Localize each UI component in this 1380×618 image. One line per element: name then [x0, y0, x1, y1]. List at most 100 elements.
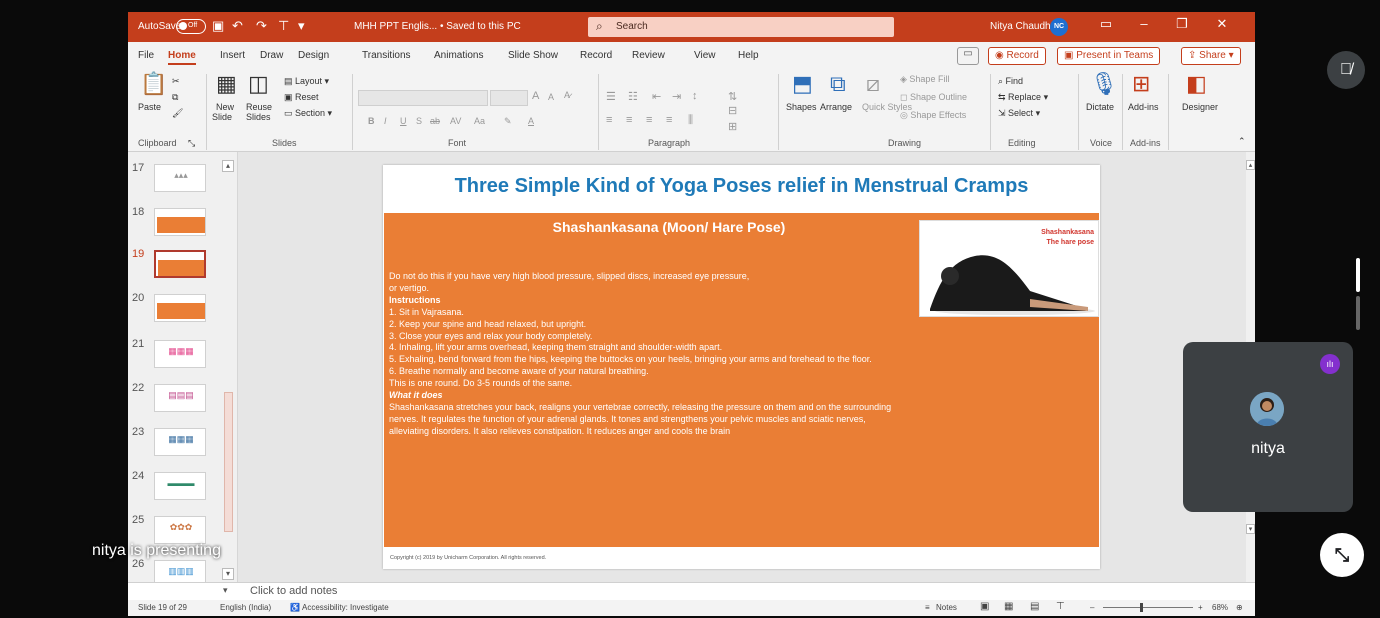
customize-toolbar-icon[interactable]: ▾ — [298, 19, 305, 33]
microphone-icon[interactable]: 🎙 — [1090, 72, 1118, 96]
slide-thumbnail[interactable]: ▦▦▦ — [154, 428, 206, 456]
normal-view-icon[interactable]: ▣ — [980, 601, 989, 612]
arrange-icon[interactable]: ⧉ — [830, 72, 846, 96]
redo-icon[interactable]: ↷ — [256, 19, 267, 33]
notes-toggle-icon[interactable]: ▾ — [223, 585, 228, 596]
scroll-down-icon[interactable]: ▾ — [1246, 524, 1255, 534]
scrollbar-thumb[interactable] — [224, 392, 233, 532]
new-slide-icon[interactable]: ▦ — [216, 72, 237, 96]
italic-icon[interactable]: I — [384, 116, 387, 126]
participant-tile[interactable]: ılı nitya — [1183, 342, 1353, 512]
reuse-slides-button[interactable]: Reuse — [246, 102, 272, 112]
collapse-ribbon-icon[interactable]: ⌃ — [1238, 136, 1246, 147]
slide-thumbnail[interactable]: ▦▦▦ — [154, 340, 206, 368]
notes-placeholder[interactable]: Click to add notes — [250, 585, 337, 597]
content-box[interactable]: Shashankasana (Moon/ Hare Pose) Shashank… — [384, 213, 1099, 547]
reuse-slides-icon[interactable]: ◫ — [248, 72, 269, 96]
zoom-out-icon[interactable]: – — [1090, 603, 1094, 612]
tab-transitions[interactable]: Transitions — [362, 50, 411, 61]
close-icon[interactable]: ✕ — [1210, 16, 1234, 32]
slide-thumbnail[interactable] — [154, 208, 206, 236]
bullets-icon[interactable]: ☰ — [606, 90, 616, 103]
line-spacing-icon[interactable]: ↕ — [692, 90, 698, 102]
notes-pane[interactable]: ▾ Click to add notes — [128, 582, 1255, 600]
designer-button[interactable]: Designer — [1182, 102, 1218, 112]
tab-help[interactable]: Help — [738, 50, 759, 61]
scroll-down-icon[interactable]: ▾ — [222, 568, 234, 580]
tab-slide-show[interactable]: Slide Show — [508, 50, 558, 61]
slide-thumbnail-selected[interactable] — [154, 250, 206, 278]
comments-icon[interactable]: ▭ — [957, 47, 979, 65]
shape-outline-button[interactable]: ◻ Shape Outline — [900, 92, 967, 103]
zoom-slider[interactable] — [1103, 607, 1193, 608]
font-size-dropdown[interactable] — [490, 90, 528, 106]
increase-indent-icon[interactable]: ⇥ — [672, 90, 681, 103]
format-painter-icon[interactable]: 🖌 — [172, 108, 183, 119]
shape-fill-button[interactable]: ◈ Shape Fill — [900, 74, 949, 85]
shape-effects-button[interactable]: ◎ Shape Effects — [900, 110, 966, 121]
tab-animations[interactable]: Animations — [434, 50, 483, 61]
increase-font-size-icon[interactable]: A — [532, 90, 539, 102]
new-slide-button[interactable]: New — [216, 102, 234, 112]
select-button[interactable]: ⇲ Select ▾ — [998, 108, 1040, 119]
shapes-icon[interactable]: ⬒ — [792, 72, 813, 96]
slide-thumbnail[interactable]: ▴▴▴ — [154, 164, 206, 192]
add-ins-icon[interactable]: ⊞ — [1132, 72, 1150, 96]
slide[interactable]: Three Simple Kind of Yoga Poses relief i… — [383, 165, 1100, 569]
zoom-level[interactable]: 68% — [1212, 603, 1228, 612]
tab-home[interactable]: Home — [168, 50, 196, 65]
arrange-button[interactable]: Arrange — [820, 102, 852, 112]
thumbnail-scrollbar[interactable]: ▴ ▾ — [222, 152, 234, 582]
save-icon[interactable]: ▣ — [212, 19, 224, 33]
decrease-indent-icon[interactable]: ⇤ — [652, 90, 661, 103]
notes-button[interactable]: Notes — [936, 603, 957, 612]
shapes-button[interactable]: Shapes — [786, 102, 817, 112]
change-case-icon[interactable]: Aa — [474, 116, 485, 126]
accessibility-status[interactable]: Accessibility: Investigate — [302, 603, 389, 612]
present-from-start-icon[interactable]: ⊤ — [278, 19, 289, 33]
reuse-slides-button-line2[interactable]: Slides — [246, 112, 271, 122]
tab-file[interactable]: File — [138, 50, 154, 61]
tab-insert[interactable]: Insert — [220, 50, 245, 61]
numbering-icon[interactable]: ☷ — [628, 90, 638, 103]
search-box[interactable]: ⌕ Search — [588, 17, 894, 37]
align-text-icon[interactable]: ⊟ — [728, 104, 737, 117]
pose-photo[interactable]: Shashankasana The hare pose — [919, 220, 1099, 317]
slide-thumbnail[interactable]: ▤▤▤ — [154, 384, 206, 412]
exit-fullscreen-icon[interactable]: ⤡ — [1320, 533, 1364, 577]
record-button[interactable]: ◉ Record — [988, 47, 1046, 65]
text-direction-icon[interactable]: ⇅ — [728, 90, 737, 103]
designer-icon[interactable]: ◧ — [1186, 72, 1207, 96]
paste-icon[interactable]: 📋 — [140, 72, 167, 96]
slide-sorter-icon[interactable]: ▦ — [1004, 601, 1013, 612]
present-in-teams-button[interactable]: ▣ Present in Teams — [1057, 47, 1161, 65]
fit-to-window-icon[interactable]: ⊕ — [1236, 603, 1243, 612]
decrease-font-size-icon[interactable]: A — [548, 92, 554, 102]
pose-heading[interactable]: Shashankasana (Moon/ Hare Pose) — [534, 219, 804, 235]
tab-draw[interactable]: Draw — [260, 50, 283, 61]
minimize-icon[interactable]: – — [1132, 16, 1156, 31]
meet-scroll-indicator[interactable] — [1356, 258, 1361, 336]
columns-icon[interactable]: ⫼ — [688, 114, 693, 127]
language-indicator[interactable]: English (India) — [220, 603, 271, 612]
bold-icon[interactable]: B — [368, 116, 375, 126]
replace-button[interactable]: ⇆ Replace ▾ — [998, 92, 1048, 103]
scroll-up-icon[interactable]: ▴ — [1246, 160, 1255, 170]
slide-title[interactable]: Three Simple Kind of Yoga Poses relief i… — [383, 175, 1100, 198]
new-slide-button-line2[interactable]: Slide — [212, 112, 232, 122]
strikethrough-icon[interactable]: ab — [430, 116, 440, 126]
dictate-button[interactable]: Dictate — [1086, 102, 1114, 112]
scroll-up-icon[interactable]: ▴ — [222, 160, 234, 172]
dialog-launcher-icon[interactable]: ⤡ — [188, 138, 195, 149]
slide-thumbnail[interactable]: ▥▥▥ — [154, 560, 206, 582]
tab-review[interactable]: Review — [632, 50, 665, 61]
paste-button[interactable]: Paste — [138, 102, 161, 112]
ribbon-display-icon[interactable]: ▭ — [1094, 16, 1118, 32]
clear-formatting-icon[interactable]: A̷ — [564, 90, 570, 100]
autosave-toggle[interactable]: Off — [176, 19, 206, 34]
slide-thumbnail[interactable]: ▬▬▬ — [154, 472, 206, 500]
zoom-in-icon[interactable]: + — [1198, 603, 1203, 612]
slide-thumbnail[interactable] — [154, 294, 206, 322]
highlight-icon[interactable]: ✎ — [504, 116, 512, 127]
slide-show-icon[interactable]: ⊤ — [1056, 601, 1065, 612]
